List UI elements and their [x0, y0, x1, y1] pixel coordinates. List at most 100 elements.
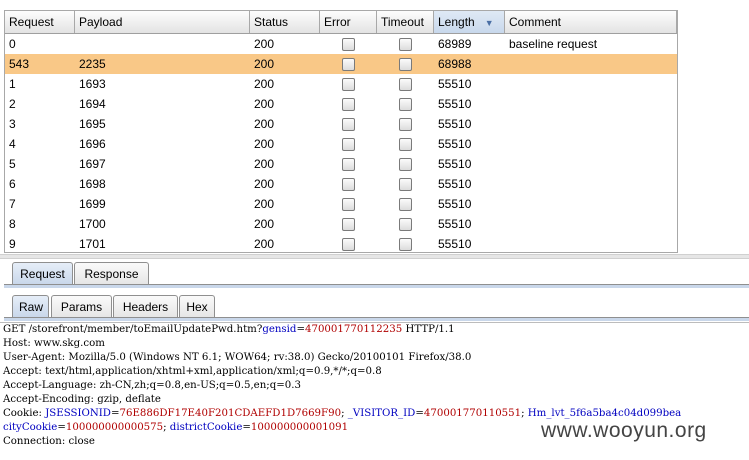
cell-payload: 1700 [79, 217, 106, 231]
error-checkbox[interactable] [342, 77, 355, 91]
cell-request: 1 [9, 77, 16, 91]
timeout-checkbox-cell [377, 34, 434, 54]
timeout-checkbox[interactable] [399, 177, 412, 191]
error-checkbox[interactable] [342, 37, 355, 51]
cell-status: 200 [254, 57, 275, 71]
cell-status: 200 [254, 157, 275, 171]
column-header-comment[interactable]: Comment [505, 11, 677, 33]
table-row[interactable]: 3 1695 200 55510 [5, 114, 677, 134]
timeout-checkbox[interactable] [399, 237, 412, 251]
timeout-checkbox[interactable] [399, 77, 412, 91]
error-checkbox[interactable] [342, 177, 355, 191]
cell-request: 0 [9, 37, 16, 51]
cell-length: 55510 [438, 177, 472, 191]
cell-comment [505, 154, 677, 174]
error-checkbox-cell [320, 114, 377, 134]
request-line: GET /storefront/member/toEmailUpdatePwd.… [0, 323, 749, 337]
timeout-checkbox-cell [377, 154, 434, 174]
cell-payload: 1698 [79, 177, 106, 191]
cell-request: 3 [9, 117, 16, 131]
header-user-agent: User-Agent: Mozilla/5.0 (Windows NT 6.1;… [3, 352, 472, 363]
error-checkbox[interactable] [342, 217, 355, 231]
cell-payload: 1695 [79, 117, 106, 131]
timeout-checkbox-cell [377, 174, 434, 194]
param-equals: = [296, 324, 305, 335]
subtab-underline [4, 317, 749, 321]
tab-underline [4, 284, 749, 288]
column-header-payload[interactable]: Payload [75, 11, 250, 33]
tab-headers[interactable]: Headers [113, 295, 178, 317]
timeout-checkbox-cell [377, 134, 434, 154]
timeout-checkbox-cell [377, 54, 434, 74]
cell-request: 4 [9, 137, 16, 151]
cell-request: 2 [9, 97, 16, 111]
cell-length: 68989 [438, 37, 472, 51]
tab-raw[interactable]: Raw [12, 295, 49, 317]
table-row[interactable]: 543 2235 200 68988 [5, 54, 677, 74]
cookie-separator: ; [163, 422, 170, 433]
cell-status: 200 [254, 137, 275, 151]
tab-params[interactable]: Params [51, 295, 112, 317]
cell-request: 6 [9, 177, 16, 191]
error-checkbox[interactable] [342, 197, 355, 211]
table-row[interactable]: 1 1693 200 55510 [5, 74, 677, 94]
table-row[interactable]: 4 1696 200 55510 [5, 134, 677, 154]
cell-comment [505, 94, 677, 114]
column-header-length[interactable]: Length ▼ [434, 11, 505, 33]
table-row[interactable]: 2 1694 200 55510 [5, 94, 677, 114]
timeout-checkbox[interactable] [399, 197, 412, 211]
column-header-status[interactable]: Status [250, 11, 320, 33]
table-header: Request Payload Status Error Timeout Len… [5, 11, 677, 34]
timeout-checkbox[interactable] [399, 97, 412, 111]
error-checkbox-cell [320, 34, 377, 54]
timeout-checkbox[interactable] [399, 57, 412, 71]
error-checkbox[interactable] [342, 97, 355, 111]
error-checkbox[interactable] [342, 57, 355, 71]
column-header-length-label: Length [438, 15, 475, 29]
cell-length: 55510 [438, 137, 472, 151]
cell-length: 55510 [438, 237, 472, 251]
error-checkbox[interactable] [342, 117, 355, 131]
pane-splitter[interactable] [0, 254, 749, 259]
table-row[interactable]: 8 1700 200 55510 [5, 214, 677, 234]
cookie-name: Hm_lvt_5f6a5ba4c04d099bea [527, 408, 682, 419]
cell-request: 543 [9, 57, 30, 71]
cookie-value: 470001770110551 [423, 408, 522, 419]
cell-length: 68988 [438, 57, 472, 71]
error-checkbox[interactable] [342, 137, 355, 151]
table-row[interactable]: 0 200 68989 baseline request [5, 34, 677, 54]
table-row[interactable]: 7 1699 200 55510 [5, 194, 677, 214]
column-header-request[interactable]: Request [5, 11, 75, 33]
cookie-value: 100000000001091 [250, 422, 349, 433]
table-row[interactable]: 6 1698 200 55510 [5, 174, 677, 194]
cookie-value: 100000000000575 [65, 422, 164, 433]
cookie-name: districtCookie [169, 422, 243, 433]
column-header-error[interactable]: Error [320, 11, 377, 33]
error-checkbox[interactable] [342, 157, 355, 171]
error-checkbox-cell [320, 74, 377, 94]
table-row[interactable]: 5 1697 200 55510 [5, 154, 677, 174]
param-name: gensid [262, 324, 297, 335]
timeout-checkbox[interactable] [399, 217, 412, 231]
cell-request: 7 [9, 197, 16, 211]
cell-request: 5 [9, 157, 16, 171]
table-row[interactable]: 9 1701 200 55510 [5, 234, 677, 252]
cookie-name: _VISITOR_ID [347, 408, 416, 419]
http-version: HTTP/1.1 [402, 324, 455, 335]
header-accept: Accept: text/html,application/xhtml+xml,… [3, 366, 382, 377]
cell-payload: 1696 [79, 137, 106, 151]
tab-response[interactable]: Response [74, 262, 149, 284]
timeout-checkbox[interactable] [399, 157, 412, 171]
timeout-checkbox[interactable] [399, 37, 412, 51]
timeout-checkbox[interactable] [399, 137, 412, 151]
tab-request[interactable]: Request [12, 262, 73, 284]
timeout-checkbox[interactable] [399, 117, 412, 131]
cell-status: 200 [254, 77, 275, 91]
tab-hex[interactable]: Hex [179, 295, 215, 317]
cell-comment [505, 174, 677, 194]
column-header-timeout[interactable]: Timeout [377, 11, 434, 33]
cookie-separator: ; [521, 408, 528, 419]
error-checkbox[interactable] [342, 237, 355, 251]
error-checkbox-cell [320, 154, 377, 174]
cell-status: 200 [254, 97, 275, 111]
